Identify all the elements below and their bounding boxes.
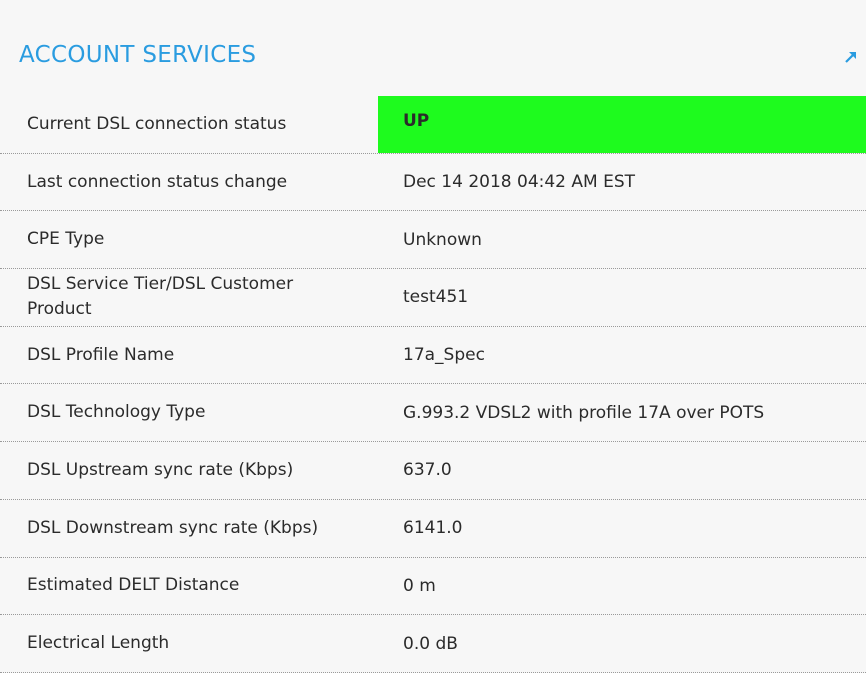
row-label: DSL Profile Name	[27, 344, 175, 365]
row-value: test451	[403, 287, 469, 308]
table-row: Electrical Length 0.0 dB	[0, 615, 866, 673]
row-label: Estimated DELT Distance	[27, 575, 240, 596]
row-value: Unknown	[403, 229, 482, 250]
row-value: Dec 14 2018 04:42 AM EST	[403, 172, 636, 193]
table-row: DSL Technology Type G.993.2 VDSL2 with p…	[0, 384, 866, 443]
panel-title: ACCOUNT SERVICES	[19, 42, 257, 68]
row-value: G.993.2 VDSL2 with profile 17A over POTS	[403, 402, 765, 423]
table-row: DSL Profile Name 17a_Spec	[0, 327, 866, 385]
table-row: Estimated DELT Distance 0 m	[0, 558, 866, 616]
account-services-panel: ACCOUNT SERVICES Current DSL connection …	[0, 0, 866, 673]
row-label: DSL Downstream sync rate (Kbps)	[27, 517, 319, 538]
row-label: Last connection status change	[27, 171, 288, 192]
external-link-icon[interactable]	[842, 48, 860, 66]
row-value: 637.0	[403, 460, 452, 481]
table-row: DSL Downstream sync rate (Kbps) 6141.0	[0, 500, 866, 558]
row-value: 0 m	[403, 575, 436, 596]
row-label: DSL Service Tier/DSL Customer Product	[27, 274, 294, 320]
row-value: 0.0 dB	[403, 633, 458, 654]
table-row: CPE Type Unknown	[0, 211, 866, 270]
row-value: 17a_Spec	[403, 345, 485, 366]
row-label: Current DSL connection status	[27, 113, 287, 134]
table-row: Last connection status change Dec 14 201…	[0, 154, 866, 212]
table-row: DSL Service Tier/DSL Customer Product te…	[0, 269, 866, 327]
panel-header: ACCOUNT SERVICES	[0, 0, 866, 96]
account-services-table: Current DSL connection status UP Last co…	[0, 96, 866, 673]
row-label: DSL Technology Type	[27, 402, 206, 423]
row-value: 6141.0	[403, 518, 463, 539]
row-label: Electrical Length	[27, 633, 170, 654]
table-row: DSL Upstream sync rate (Kbps) 637.0	[0, 442, 866, 500]
row-label: DSL Upstream sync rate (Kbps)	[27, 459, 294, 480]
status-badge: UP	[378, 96, 866, 153]
table-row: Current DSL connection status UP	[0, 96, 866, 154]
row-label: CPE Type	[27, 229, 105, 250]
